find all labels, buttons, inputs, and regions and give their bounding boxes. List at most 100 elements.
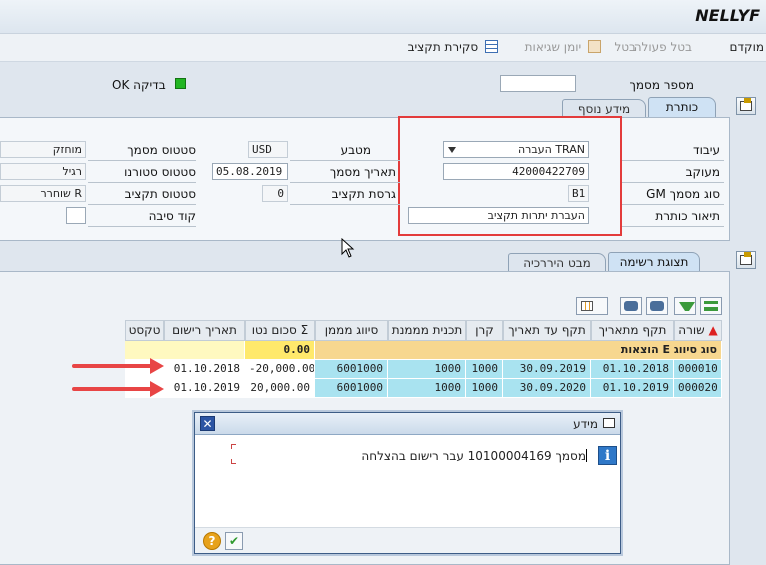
help-button[interactable]: ? xyxy=(203,532,221,550)
tab-header[interactable]: כותרת xyxy=(648,97,716,117)
grid-toolbar xyxy=(576,297,722,317)
panel-icon xyxy=(740,98,752,111)
check-ok-label: בדיקה OK xyxy=(112,78,166,92)
processing-underline xyxy=(620,160,724,161)
doc-status-underline xyxy=(88,160,196,161)
row-program: 1000 xyxy=(388,360,466,379)
row-valid-to: 30.09.2020 xyxy=(503,379,591,398)
grid-col-valid-to[interactable]: תקף עד תאריך xyxy=(503,320,591,341)
dialog-title: מידע xyxy=(573,417,598,431)
doc-status-input[interactable]: מוחזק xyxy=(0,141,86,158)
reference-underline xyxy=(620,182,724,183)
text-caret-icon xyxy=(586,449,587,462)
focus-corner-icon xyxy=(231,444,236,449)
row-fund: 1000 xyxy=(466,379,503,398)
reason-code-input[interactable] xyxy=(66,207,86,224)
toolbar-undo-button[interactable]: בטל פעולה xyxy=(634,40,692,54)
status-ok-icon xyxy=(175,78,186,89)
layout-menu-button[interactable] xyxy=(576,297,608,315)
title-bar: NELLYF xyxy=(0,0,766,34)
filter-button[interactable] xyxy=(674,297,696,315)
toolbar-budget-overview-button[interactable]: סקירת תקציב xyxy=(408,40,498,54)
header-expand-button[interactable] xyxy=(736,97,756,115)
doc-number-label: מספר מסמך xyxy=(629,78,694,92)
row-amount[interactable]: 20,000.00 xyxy=(245,379,315,398)
reversal-status-underline xyxy=(88,182,196,183)
group-total: 0.00 xyxy=(245,341,315,360)
grid-col-funding-program[interactable]: תכנית מממנת xyxy=(388,320,466,341)
reference-label: מעוקב xyxy=(685,165,720,179)
grid-col-valid-from[interactable]: תקף מתאריך xyxy=(591,320,674,341)
header-desc-underline xyxy=(620,226,724,227)
doc-number-input[interactable] xyxy=(500,75,576,92)
doc-date-label: תאריך מסמך xyxy=(329,165,396,179)
grid-col-net-amount[interactable]: סכום נטו Σ xyxy=(245,320,315,341)
currency-underline xyxy=(290,160,400,161)
budget-status-underline xyxy=(88,204,196,205)
row-line: 000020 xyxy=(674,379,722,398)
dialog-footer: ? ✔ xyxy=(195,527,620,553)
find-button[interactable] xyxy=(620,297,642,315)
reversal-status-input[interactable]: רגיל xyxy=(0,163,86,180)
budget-status-input[interactable]: R שוחרר xyxy=(0,185,86,202)
budget-version-underline xyxy=(290,204,400,205)
info-dialog: ✕ מידע i מסמך 10100004169 עבר רישום בהצל… xyxy=(194,412,621,554)
grid-col-funding-class[interactable]: סיווג מממן xyxy=(315,320,388,341)
row-valid-from: 01.10.2019 xyxy=(591,379,674,398)
info-icon: i xyxy=(598,446,617,465)
sum-sigma-icon: Σ xyxy=(300,323,309,337)
gm-doc-type-label: סוג מסמך GM xyxy=(646,187,720,201)
row-program: 1000 xyxy=(388,379,466,398)
toolbar-early-button[interactable]: מוקדם xyxy=(730,40,764,54)
reason-code-label: קוד סיבה xyxy=(148,209,196,223)
layout-icon xyxy=(581,301,593,311)
close-icon[interactable]: ✕ xyxy=(200,416,215,431)
row-classification: 6001000 xyxy=(315,379,388,398)
list-expand-button[interactable] xyxy=(736,251,756,269)
sum-icon xyxy=(704,301,718,311)
dialog-message: מסמך 10100004169 עבר רישום בהצלחה xyxy=(361,449,586,463)
binoculars-next-icon xyxy=(650,301,664,311)
gm-doc-type-underline xyxy=(620,204,724,205)
currency-label: מטבע xyxy=(340,143,371,157)
reason-code-underline xyxy=(88,226,196,227)
window-title: NELLYF xyxy=(695,6,760,25)
budget-table-icon xyxy=(485,40,498,53)
grid-col-posting-date[interactable]: תאריך רישום xyxy=(164,320,245,341)
toolbar-budget-overview-label: סקירת תקציב xyxy=(407,40,479,54)
row-classification: 6001000 xyxy=(315,360,388,379)
red-arrow-icon xyxy=(72,358,164,374)
filter-icon xyxy=(679,302,695,311)
sort-asc-icon: ▲ xyxy=(708,323,718,337)
processing-label: עיבוד xyxy=(693,143,720,157)
doc-date-input[interactable]: 05.08.2019 xyxy=(212,163,288,180)
find-next-button[interactable] xyxy=(646,297,668,315)
confirm-button[interactable]: ✔ xyxy=(225,532,243,550)
row-fund: 1000 xyxy=(466,360,503,379)
budget-version-input[interactable]: 0 xyxy=(262,185,288,202)
row-posting-date[interactable]: 01.10.2018 xyxy=(164,360,245,379)
binoculars-icon xyxy=(624,301,638,311)
toolbar-cancel-button[interactable]: בטל xyxy=(614,40,636,54)
grid-col-line[interactable]: שורה ▲ xyxy=(674,320,722,341)
red-arrow-icon xyxy=(72,381,164,397)
highlight-box xyxy=(398,116,622,236)
sum-button[interactable] xyxy=(700,297,722,315)
toolbar-error-log-label: יומן שגיאות xyxy=(524,40,582,54)
log-icon xyxy=(588,40,601,53)
tab-list-view[interactable]: תצוגת רשימה xyxy=(608,252,700,272)
row-amount[interactable]: -20,000.00 xyxy=(245,360,315,379)
group-row-fill xyxy=(125,341,245,360)
grid-col-fund[interactable]: קרן xyxy=(466,320,503,341)
panel-icon xyxy=(740,252,752,265)
currency-input[interactable]: USD xyxy=(248,141,288,158)
toolbar-error-log-button[interactable]: יומן שגיאות xyxy=(525,40,601,54)
doc-date-underline xyxy=(290,182,400,183)
header-desc-label: תיאור כותרת xyxy=(655,209,720,223)
row-posting-date[interactable]: 01.10.2019 xyxy=(164,379,245,398)
tab-hierarchy-view[interactable]: מבט היררכיה xyxy=(508,253,606,273)
row-valid-from: 01.10.2018 xyxy=(591,360,674,379)
grid-col-text[interactable]: טקסט xyxy=(125,320,164,341)
dialog-title-icon xyxy=(603,418,615,428)
mouse-cursor-icon xyxy=(341,238,355,258)
